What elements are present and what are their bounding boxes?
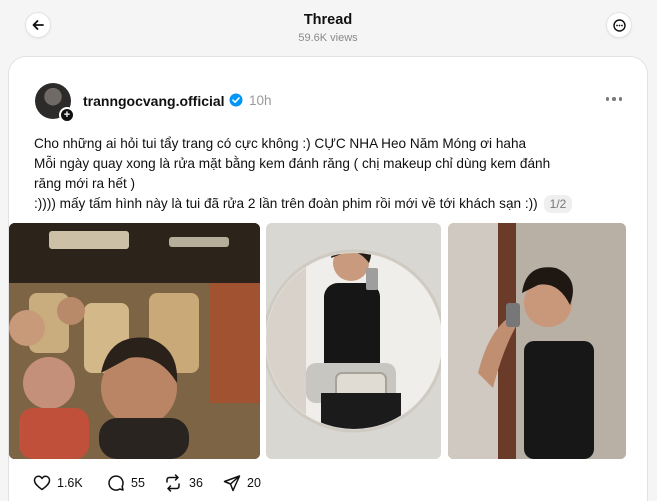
follow-plus-icon[interactable]: + (59, 107, 75, 123)
share-count: 20 (247, 476, 261, 490)
repost-count: 36 (189, 476, 203, 490)
more-icon (612, 18, 626, 32)
repost-button[interactable]: 36 (163, 471, 203, 495)
heart-icon (33, 475, 51, 491)
bus-selfie-image (9, 223, 260, 459)
mirror-selfie-image (266, 223, 441, 459)
share-button[interactable]: 20 (223, 471, 261, 495)
post-line-3: răng mới ra hết ) (34, 176, 136, 191)
reply-button[interactable]: 55 (107, 471, 145, 495)
action-bar: 1.6K 55 36 20 (9, 471, 647, 495)
photo-bathroom-selfie[interactable] (448, 223, 626, 459)
dot (618, 97, 623, 101)
post-line-4-text: :)))) mấy tấm hình này là tui đã rửa 2 l… (34, 196, 538, 211)
reply-count: 55 (131, 476, 145, 490)
translation-counter[interactable]: 1/2 (543, 195, 573, 213)
avatar[interactable]: + (35, 83, 75, 123)
back-arrow-icon (32, 20, 44, 30)
verified-icon (229, 93, 243, 107)
title-block: Thread 59.6K views (228, 12, 428, 44)
thread-post-card: + tranngocvang.official 10h Cho những ai… (8, 56, 648, 501)
view-count: 59.6K views (298, 32, 358, 44)
more-button[interactable] (606, 12, 632, 38)
post-options-button[interactable] (603, 91, 625, 107)
post-time: 10h (249, 93, 272, 108)
dot (605, 97, 610, 101)
post-line-4: :)))) mấy tấm hình này là tui đã rửa 2 l… (34, 194, 634, 214)
share-icon (223, 475, 241, 492)
like-button[interactable]: 1.6K (33, 471, 83, 495)
top-bar: Thread 59.6K views (0, 0, 657, 56)
like-count: 1.6K (57, 476, 83, 490)
dot (612, 97, 616, 101)
photo-mirror-selfie[interactable] (266, 223, 441, 459)
post-text: Cho những ai hỏi tui tẩy trang có cực kh… (34, 134, 634, 214)
repost-icon (166, 474, 180, 492)
page-title: Thread (303, 12, 353, 28)
photo-bus-selfie[interactable] (9, 223, 260, 459)
username[interactable]: tranngocvang.official (83, 93, 225, 109)
photo-carousel[interactable] (9, 223, 647, 459)
comment-icon (108, 475, 124, 491)
post-line-1: Cho những ai hỏi tui tẩy trang có cực kh… (34, 136, 527, 151)
bathroom-selfie-image (448, 223, 626, 459)
post-line-2: Mỗi ngày quay xong là rửa mặt bằng kem đ… (34, 156, 551, 171)
back-button[interactable] (25, 12, 51, 38)
